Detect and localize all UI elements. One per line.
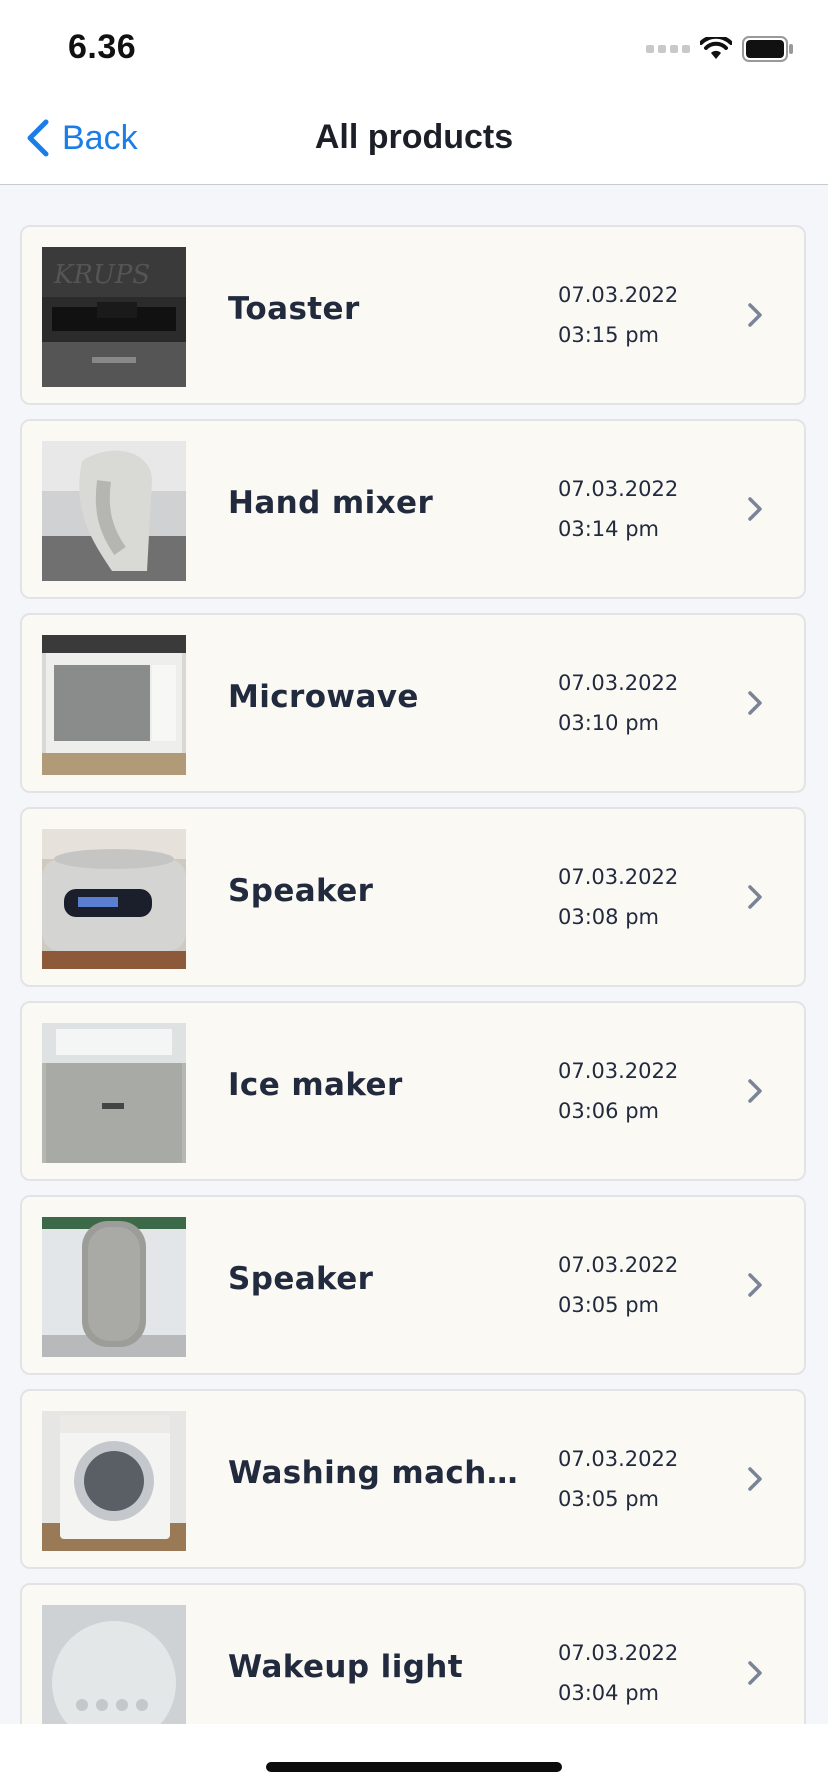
product-name: Toaster (228, 291, 360, 327)
product-date: 07.03.2022 (558, 283, 679, 307)
home-indicator[interactable] (266, 1762, 562, 1772)
status-icons (646, 36, 794, 62)
chevron-right-icon (748, 1661, 762, 1685)
product-time: 03:04 pm (558, 1681, 659, 1705)
product-date: 07.03.2022 (558, 1253, 679, 1277)
chevron-right-icon (748, 303, 762, 327)
chevron-right-icon (748, 1079, 762, 1103)
product-row[interactable]: Speaker 07.03.2022 03:05 pm (20, 1195, 806, 1375)
cellular-signal-icon (646, 45, 690, 53)
product-name: Speaker (228, 1261, 374, 1297)
product-date: 07.03.2022 (558, 1641, 679, 1665)
page-title: All products (314, 118, 514, 156)
product-thumbnail-mixer (42, 441, 186, 581)
navigation-bar: Back All products (0, 100, 828, 185)
chevron-right-icon (748, 885, 762, 909)
product-date: 07.03.2022 (558, 671, 679, 695)
product-row[interactable]: KRUPS Toaster 07.03.2022 03:15 pm (20, 225, 806, 405)
product-name: Microwave (228, 679, 419, 715)
product-time: 03:10 pm (558, 711, 659, 735)
product-date: 07.03.2022 (558, 865, 679, 889)
battery-icon (742, 36, 793, 62)
product-thumbnail-speaker-cyl (42, 1217, 186, 1357)
product-name: Speaker (228, 873, 374, 909)
chevron-right-icon (748, 691, 762, 715)
product-date: 07.03.2022 (558, 1059, 679, 1083)
product-name: Wakeup light (228, 1649, 463, 1685)
product-date: 07.03.2022 (558, 1447, 679, 1471)
product-thumbnail-icemaker (42, 1023, 186, 1163)
product-thumbnail-microwave (42, 635, 186, 775)
product-name: Washing machi... (228, 1455, 528, 1491)
svg-text:KRUPS: KRUPS (53, 260, 150, 290)
chevron-right-icon (748, 1273, 762, 1297)
product-row[interactable]: Speaker 07.03.2022 03:08 pm (20, 807, 806, 987)
product-time: 03:14 pm (558, 517, 659, 541)
product-row[interactable]: Microwave 07.03.2022 03:10 pm (20, 613, 806, 793)
product-thumbnail-speaker-box (42, 829, 186, 969)
product-name: Hand mixer (228, 485, 434, 521)
chevron-right-icon (748, 1467, 762, 1491)
product-time: 03:15 pm (558, 323, 659, 347)
product-time: 03:08 pm (558, 905, 659, 929)
product-row[interactable]: Ice maker 07.03.2022 03:06 pm (20, 1001, 806, 1181)
product-thumbnail-toaster: KRUPS (42, 247, 186, 387)
product-date: 07.03.2022 (558, 477, 679, 501)
chevron-right-icon (748, 497, 762, 521)
product-time: 03:06 pm (558, 1099, 659, 1123)
product-name: Ice maker (228, 1067, 403, 1103)
wifi-icon (700, 37, 732, 59)
product-time: 03:05 pm (558, 1293, 659, 1317)
product-thumbnail-washer (42, 1411, 186, 1551)
bottom-safe-area (0, 1724, 828, 1792)
status-time: 6.36 (68, 28, 137, 66)
product-row[interactable]: Washing machi... 07.03.2022 03:05 pm (20, 1389, 806, 1569)
status-bar: 6.36 (0, 0, 828, 100)
product-row[interactable]: Hand mixer 07.03.2022 03:14 pm (20, 419, 806, 599)
product-time: 03:05 pm (558, 1487, 659, 1511)
